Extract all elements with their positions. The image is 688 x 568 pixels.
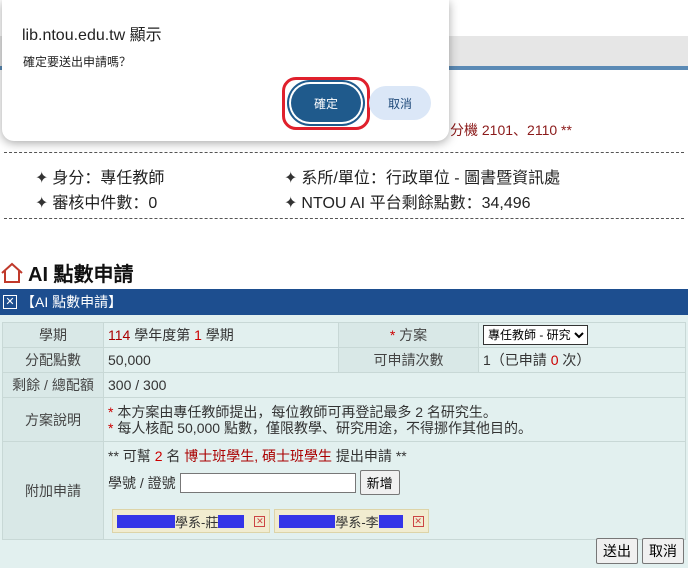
info-remaining-points: ✦ NTOU AI 平台剩餘點數：34,496 xyxy=(284,195,531,212)
home-icon xyxy=(1,262,23,283)
term-value: 114 學年度第 1 學期 xyxy=(103,322,339,348)
term-label: 學期 xyxy=(2,322,104,348)
plan-cell: 專任教師 - 研究 xyxy=(478,322,686,348)
dialog-message: 確定要送出申請嗎？ xyxy=(23,55,132,69)
student-id-row: 學號 / 證號 新增 xyxy=(108,470,681,495)
remove-icon[interactable]: ✕ xyxy=(254,515,266,527)
divider xyxy=(4,152,684,153)
redaction-block xyxy=(117,514,175,528)
desc-label: 方案說明 xyxy=(2,397,104,442)
plan-select[interactable]: 專任教師 - 研究 xyxy=(483,325,588,345)
sparkle-icon: ✦ xyxy=(35,170,49,187)
dialog-title: lib.ntou.edu.tw 顯示 xyxy=(22,27,162,44)
redaction-block xyxy=(378,514,403,528)
add-button[interactable]: 新增 xyxy=(359,470,400,495)
divider xyxy=(4,218,684,219)
remain-label: 剩餘 / 總配額 xyxy=(2,372,104,398)
info-review-count: ✦ 審核中件數：0 xyxy=(35,195,158,212)
application-panel: ✕ 【AI 點數申請】 學期 114 學年度第 1 學期 * 方案 專任教師 -… xyxy=(0,289,688,568)
dialog-cancel-button[interactable]: 取消 xyxy=(369,86,431,120)
student-chip: 學系-李 ✕ xyxy=(274,509,429,533)
panel-header: ✕ 【AI 點數申請】 xyxy=(0,289,688,315)
chip-list: 學系-莊 ✕ 學系-李 ✕ xyxy=(112,509,681,533)
panel-actions: 送出 取消 xyxy=(596,538,684,564)
table-row: 剩餘 / 總配額 300 / 300 xyxy=(2,372,686,398)
desc-value: * 本方案由專任教師提出，每位教師可再登記最多 2 名研究生。 * 每人核配 5… xyxy=(103,397,686,442)
confirm-dialog: lib.ntou.edu.tw 顯示 確定要送出申請嗎？ 確定 取消 xyxy=(2,0,449,141)
info-identity: ✦ 身分：專任教師 xyxy=(35,170,165,187)
application-form: 學期 114 學年度第 1 學期 * 方案 專任教師 - 研究 分配點數 50,… xyxy=(2,322,686,540)
sparkle-icon: ✦ xyxy=(284,170,298,187)
submit-button[interactable]: 送出 xyxy=(596,538,638,564)
table-row: 附加申請 ** 可幫 2 名 博士班學生, 碩士班學生 提出申請 ** 學號 /… xyxy=(2,441,686,540)
attach-cell: ** 可幫 2 名 博士班學生, 碩士班學生 提出申請 ** 學號 / 證號 新… xyxy=(103,441,686,540)
attach-note: ** 可幫 2 名 博士班學生, 碩士班學生 提出申請 ** xyxy=(108,448,407,464)
points-value: 50,000 xyxy=(103,347,339,373)
table-row: 分配點數 50,000 可申請次數 1（已申請 0 次） xyxy=(2,347,686,373)
table-row: 方案說明 * 本方案由專任教師提出，每位教師可再登記最多 2 名研究生。 * 每… xyxy=(2,397,686,442)
student-chip: 學系-莊 ✕ xyxy=(112,509,271,533)
attach-label: 附加申請 xyxy=(2,441,104,540)
close-icon[interactable]: ✕ xyxy=(3,295,17,309)
apply-times-label: 可申請次數 xyxy=(338,347,479,373)
sparkle-icon: ✦ xyxy=(35,195,49,212)
info-dept: ✦ 系所/單位：行政單位 - 圖書暨資訊處 xyxy=(284,170,561,187)
extension-text: 分機 2101、2110 ** xyxy=(450,122,572,138)
points-label: 分配點數 xyxy=(2,347,104,373)
confirm-button[interactable]: 確定 xyxy=(291,84,361,122)
apply-times-value: 1（已申請 0 次） xyxy=(478,347,686,373)
student-id-input[interactable] xyxy=(179,472,356,493)
panel-cancel-button[interactable]: 取消 xyxy=(642,538,684,564)
sparkle-icon: ✦ xyxy=(284,195,298,212)
redaction-block xyxy=(218,514,245,528)
table-row: 學期 114 學年度第 1 學期 * 方案 專任教師 - 研究 xyxy=(2,322,686,348)
remain-value: 300 / 300 xyxy=(103,372,686,398)
plan-label: * 方案 xyxy=(338,322,479,348)
redaction-block xyxy=(279,514,336,528)
section-title: AI 點數申請 xyxy=(0,258,134,287)
remove-icon[interactable]: ✕ xyxy=(412,515,424,527)
